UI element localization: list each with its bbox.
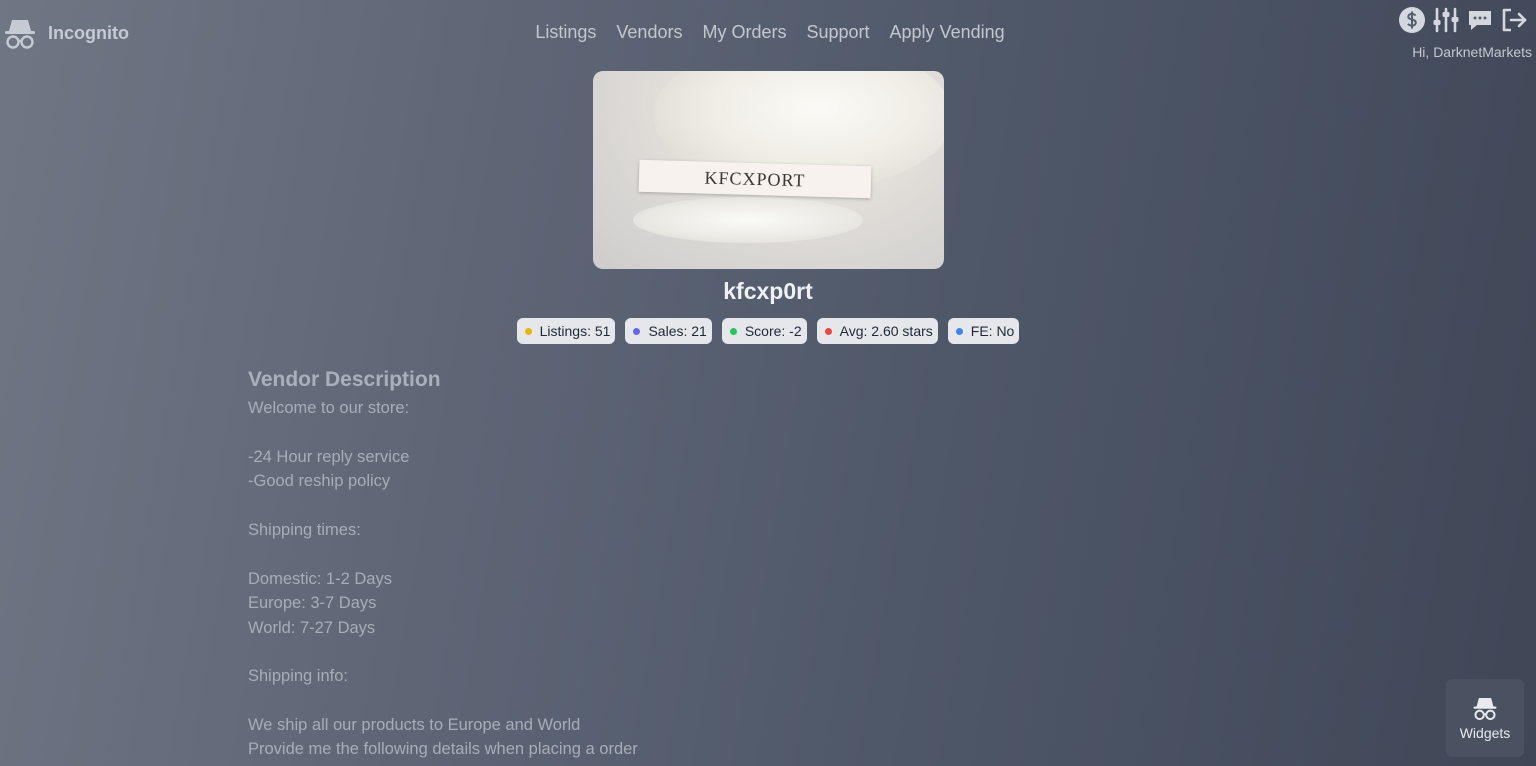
description-line: Europe: 3-7 Days xyxy=(248,594,377,613)
nav-vendors[interactable]: Vendors xyxy=(616,22,682,43)
score-badge: Score: -2 xyxy=(721,318,807,344)
user-greeting: Hi, DarknetMarkets xyxy=(1412,44,1532,60)
description-line: Shipping times: xyxy=(248,520,361,539)
rating-badge: Avg: 2.60 stars xyxy=(816,318,938,344)
listings-badge-text: Listings: 51 xyxy=(539,323,611,339)
dollar-icon[interactable] xyxy=(1398,6,1426,34)
description-line: -24 Hour reply service xyxy=(248,447,410,466)
logout-icon[interactable] xyxy=(1500,6,1528,34)
description-line: World: 7-27 Days xyxy=(248,618,376,637)
nav-my-orders[interactable]: My Orders xyxy=(702,22,786,43)
fe-dot xyxy=(955,327,963,335)
description-line: Domestic: 1-2 Days xyxy=(248,569,392,588)
vendor-avatar-image: KFCXPORT xyxy=(593,71,944,269)
description-line: Welcome to our store: xyxy=(248,399,410,417)
sales-dot xyxy=(633,327,641,335)
description-line xyxy=(248,689,1048,713)
listings-dot xyxy=(524,327,532,335)
fe-badge: FE: No xyxy=(947,318,1020,344)
widgets-label: Widgets xyxy=(1459,725,1511,741)
nav-listings[interactable]: Listings xyxy=(535,22,596,43)
vendor-name: kfcxp0rt xyxy=(723,278,813,304)
description-heading: Vendor Description xyxy=(248,368,441,391)
main-nav: Listings Vendors My Orders Support Apply… xyxy=(0,22,1536,43)
fe-badge-text: FE: No xyxy=(970,323,1015,339)
description-line xyxy=(248,542,1048,566)
image-powder-line-bottom xyxy=(633,197,863,243)
nav-support[interactable]: Support xyxy=(806,22,869,43)
rating-dot xyxy=(824,327,832,335)
sales-badge: Sales: 21 xyxy=(625,318,712,344)
score-badge-text: Score: -2 xyxy=(744,323,802,339)
widgets-button[interactable]: Widgets xyxy=(1446,679,1524,757)
chat-icon[interactable] xyxy=(1466,6,1494,34)
description-line: -Good reship policy xyxy=(248,472,391,491)
listings-badge: Listings: 51 xyxy=(516,318,616,344)
incognito-icon xyxy=(1473,698,1497,721)
description-line xyxy=(248,494,1048,518)
account-toolbar xyxy=(1398,6,1528,34)
description-line xyxy=(248,640,1048,664)
nav-apply-vending[interactable]: Apply Vending xyxy=(890,22,1005,43)
description-line: Shipping info: xyxy=(248,667,348,686)
vendor-description: Vendor Description Welcome to our store:… xyxy=(248,368,1048,762)
sales-badge-text: Sales: 21 xyxy=(648,323,707,339)
rating-badge-text: Avg: 2.60 stars xyxy=(839,323,933,339)
vendor-stats: Listings: 51 Sales: 21 Score: -2 Avg: 2.… xyxy=(0,318,1536,344)
score-dot xyxy=(729,327,737,335)
description-line: We ship all our products to Europe and W… xyxy=(248,716,581,735)
description-line: Provide me the following details when pl… xyxy=(248,740,638,759)
image-label-strip: KFCXPORT xyxy=(638,159,872,199)
sliders-icon[interactable] xyxy=(1432,6,1460,34)
description-line xyxy=(248,420,1048,444)
